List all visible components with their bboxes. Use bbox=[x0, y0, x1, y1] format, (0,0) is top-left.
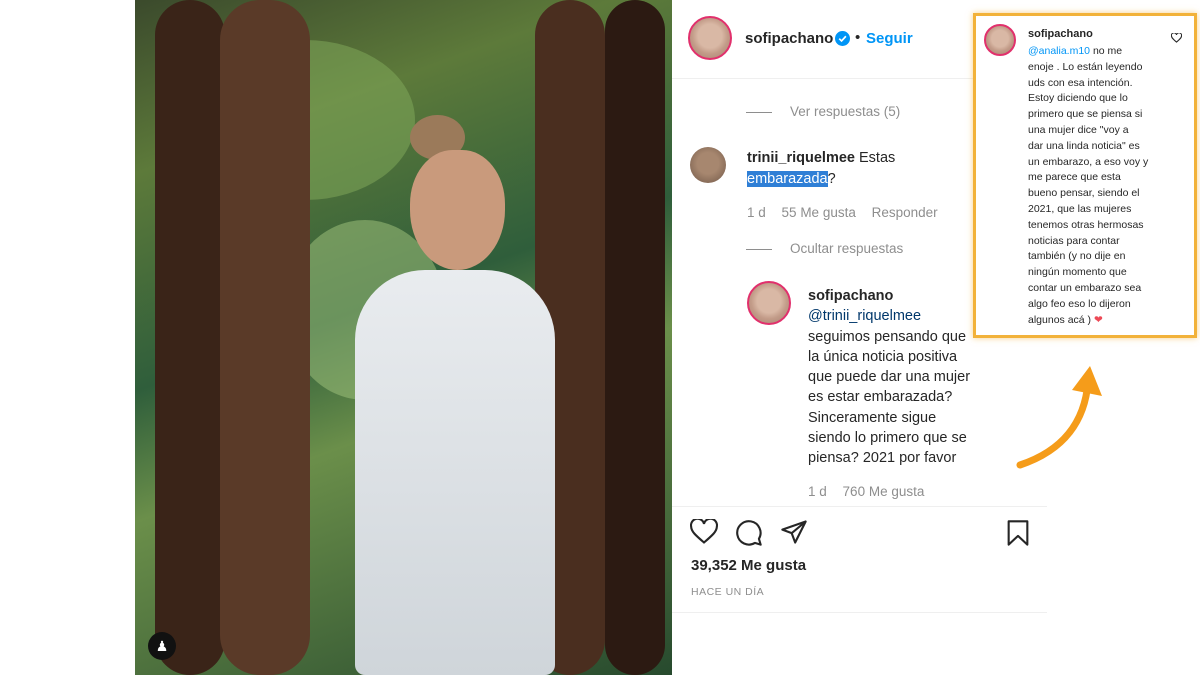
callout-line-14: también (y no dije en bbox=[1028, 250, 1126, 263]
reply-meta: 1 d 760 Me gusta bbox=[808, 484, 924, 499]
divider bbox=[672, 506, 1047, 507]
comment-username[interactable]: trinii_riquelmee bbox=[747, 150, 855, 166]
reply-line-4: es estar embarazada? bbox=[808, 389, 953, 406]
callout-line-5: primero que se piensa si bbox=[1028, 108, 1143, 121]
orange-arrow-icon bbox=[1016, 366, 1102, 469]
comment-meta: 1 d 55 Me gusta Responder bbox=[747, 205, 938, 220]
reply-time: 1 d bbox=[808, 484, 827, 499]
callout-line-16: contar un embarazo sea bbox=[1028, 281, 1142, 294]
reply-line-2: la única noticia positiva bbox=[808, 348, 958, 365]
callout-line-4: Estoy diciendo que lo bbox=[1028, 92, 1128, 105]
hide-replies-label: Ocultar respuestas bbox=[790, 241, 904, 256]
callout-mention: @analia.m10 bbox=[1028, 45, 1091, 57]
verified-badge-icon bbox=[835, 31, 850, 46]
callout-line-1: no me bbox=[1092, 45, 1123, 57]
reply-line bbox=[746, 111, 772, 113]
callout-text: @analia.m10 no me enoje . Lo están leyen… bbox=[1028, 44, 1168, 328]
reply-likes[interactable]: 760 Me gusta bbox=[843, 484, 925, 499]
callout-line-18: algunos acá ) bbox=[1028, 313, 1092, 326]
callout-line-6: una mujer dice "voy a bbox=[1028, 123, 1129, 136]
reply-button[interactable]: Responder bbox=[872, 205, 938, 220]
callout-line-9: me parece que esta bbox=[1028, 171, 1121, 184]
callout-line-10: bueno pensar, siendo el bbox=[1028, 187, 1140, 200]
comment-text-end: ? bbox=[827, 171, 836, 187]
bookmark-icon[interactable] bbox=[1005, 519, 1031, 547]
reply-line bbox=[746, 248, 772, 250]
reply-line-3: que puede dar una mujer bbox=[808, 369, 971, 386]
person-face bbox=[410, 150, 505, 270]
reply-line-7: piensa? 2021 por favor bbox=[808, 450, 957, 467]
follow-button[interactable]: Seguir bbox=[866, 30, 913, 47]
callout-line-11: 2021, que las mujeres bbox=[1028, 202, 1132, 215]
comment-callout: sofipachano @analia.m10 no me enoje . Lo… bbox=[973, 13, 1197, 338]
divider bbox=[672, 612, 1047, 613]
user-tag-icon[interactable]: ♟ bbox=[148, 632, 176, 660]
avatar[interactable] bbox=[688, 16, 732, 60]
reply-avatar[interactable] bbox=[747, 281, 791, 325]
callout-line-3: uds con esa intención. bbox=[1028, 76, 1133, 89]
likes-count[interactable]: 39,352 Me gusta bbox=[691, 557, 806, 574]
person-dress bbox=[355, 270, 555, 675]
reply-line-5: Sinceramente sigue bbox=[808, 409, 937, 426]
post-time[interactable]: HACE UN DÍA bbox=[691, 586, 764, 598]
callout-line-7: dar una linda noticia" es bbox=[1028, 139, 1140, 152]
comment-text: Estas bbox=[859, 150, 896, 166]
callout-line-17: algo feo eso lo dijeron bbox=[1028, 297, 1131, 310]
heart-icon[interactable] bbox=[690, 519, 718, 545]
callout-line-12: tenemos otras hermosas bbox=[1028, 218, 1144, 231]
tree-trunk bbox=[155, 0, 225, 675]
red-heart-icon: ❤ bbox=[1093, 313, 1103, 326]
callout-line-13: noticias para contar bbox=[1028, 234, 1120, 247]
callout-line-2: enoje . Lo están leyendo bbox=[1028, 60, 1143, 73]
view-replies-label: Ver respuestas (5) bbox=[790, 104, 901, 119]
reply-line-6: siendo lo primero que se bbox=[808, 430, 967, 447]
comment-likes[interactable]: 55 Me gusta bbox=[782, 205, 856, 220]
heart-outline-icon bbox=[1171, 33, 1182, 43]
tree-trunk bbox=[605, 0, 665, 675]
hide-replies-button[interactable]: Ocultar respuestas bbox=[746, 241, 903, 256]
callout-line-8: un embarazo, a eso voy y bbox=[1028, 155, 1149, 168]
header-username[interactable]: sofipachano bbox=[745, 30, 833, 47]
share-icon[interactable] bbox=[780, 519, 808, 545]
comment-icon[interactable] bbox=[735, 519, 763, 547]
callout-username: sofipachano bbox=[1028, 28, 1093, 40]
commenter-avatar[interactable] bbox=[690, 147, 726, 183]
callout-line-15: ningún momento que bbox=[1028, 266, 1127, 279]
comment-time: 1 d bbox=[747, 205, 766, 220]
comment: trinii_riquelmee Estas embarazada? bbox=[747, 148, 977, 190]
view-replies-button[interactable]: Ver respuestas (5) bbox=[746, 104, 900, 119]
separator-dot: • bbox=[855, 29, 861, 46]
tree-trunk bbox=[220, 0, 310, 675]
comment-highlighted-word: embarazada bbox=[747, 171, 828, 187]
callout-avatar bbox=[984, 24, 1016, 56]
